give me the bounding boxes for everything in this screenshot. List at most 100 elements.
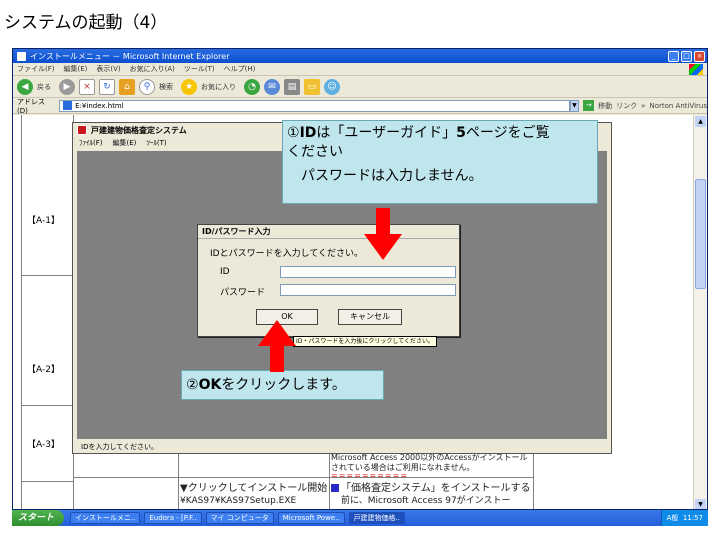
row-label-a3: 【A-3】 [27,440,60,450]
ime-indicator[interactable]: A般 [667,514,679,522]
row-label-a2: 【A-2】 [27,365,60,375]
grid-line [21,481,73,482]
clock: 11:57 [682,514,703,522]
grid-line [533,450,534,509]
app-menu-tools[interactable]: ﾂｰﾙ(T) [146,138,166,148]
forward-icon[interactable]: ▶ [59,78,75,95]
slide-title: システムの起動（4） [4,13,168,33]
close-button[interactable]: × [694,50,705,62]
info-line-1: 「価格査定システム」をインストールする [341,483,531,494]
print-icon[interactable]: ▤ [284,78,300,95]
start-button[interactable]: スタート [12,510,65,526]
ie-window-title: インストールメニュー － Microsoft Internet Explorer [30,51,230,61]
page-icon [63,101,73,110]
grid-line [21,115,22,509]
search-label[interactable]: 検索 [159,82,173,92]
scroll-down-icon[interactable]: ▼ [695,499,706,509]
callout-2-number: ② [186,377,199,393]
task-item-active[interactable]: 戸建建物価格.. [348,512,406,524]
menu-file[interactable]: ファイル(F) [17,64,55,74]
back-icon[interactable]: ◀ [17,78,33,95]
messenger-icon[interactable]: ☺ [324,78,340,95]
favorites-label[interactable]: お気に入り [201,82,236,92]
address-input[interactable]: E:¥index.html [59,99,570,112]
go-arrow-icon[interactable]: → [583,100,595,111]
password-label: パスワード [220,288,266,298]
windows-flag-icon [689,63,703,75]
id-label: ID [220,267,230,277]
home-icon[interactable]: ⌂ [119,78,135,95]
vertical-scrollbar[interactable]: ▲ ▼ [693,115,707,509]
menu-edit[interactable]: 編集(E) [64,64,88,74]
app-menu-edit[interactable]: 編集(E) [113,138,137,148]
scroll-up-icon[interactable]: ▲ [695,116,706,127]
ie-menubar: ファイル(F) 編集(E) 表示(V) お気に入り(A) ツール(T) ヘルプ(… [13,63,707,76]
mail-icon[interactable]: ✉ [264,78,280,95]
info-line-2: 前に、Microsoft Access 97がインストー [341,496,511,506]
callout-1-number: ① [287,125,300,141]
row-label-a1: 【A-1】 [27,216,60,226]
search-icon[interactable]: ⚲ [139,78,155,95]
app-menu-file[interactable]: ﾌｧｲﾙ(F) [79,138,103,148]
ie-titlebar: インストールメニュー － Microsoft Internet Explorer… [13,49,707,63]
callout-1-text-4: パスワードは入力しません。 [301,168,483,184]
password-input[interactable] [280,284,456,296]
app-title: 戸建建物価格査定システム [91,125,187,135]
taskbar: スタート インストールメニ.. Eudora - [P.F.. マイ コンピュー… [12,510,708,526]
install-path: ¥KAS97¥KAS97Setup.EXE [180,496,297,506]
callout-1-text-3: ください [287,144,343,160]
dialog-title: ID/パスワード入力 [198,225,459,239]
up-arrow-icon [258,320,296,372]
down-arrow-icon [364,208,402,260]
login-dialog: ID/パスワード入力 IDとパスワードを入力してください。 ID パスワード O… [197,224,460,337]
scroll-thumb[interactable] [695,179,706,289]
callout-1-bold-page: 5 [456,125,466,141]
ie-logo-icon [17,51,26,61]
menu-view[interactable]: 表示(V) [96,64,120,74]
ie-toolbar: ◀ 戻る ▶ × ↻ ⌂ ⚲ 検索 ★ お気に入り ◔ ✉ ▤ ▭ ☺ [13,76,707,98]
stop-icon[interactable]: × [79,78,95,95]
cancel-button[interactable]: キャンセル [338,309,402,325]
address-dropdown-icon[interactable]: ▼ [569,99,580,112]
task-item[interactable]: インストールメニ.. [70,512,141,524]
install-link[interactable]: ▼クリックしてインストール開始 [180,484,327,494]
grid-line [73,477,533,478]
task-item[interactable]: Microsoft Powe.. [277,512,345,524]
grid-line [178,450,179,509]
callout-1-bold-id: ID [299,125,317,141]
links-label[interactable]: リンク [616,101,637,111]
menu-favorites[interactable]: お気に入り(A) [130,64,175,74]
callout-2-bold-ok: OK [198,377,222,393]
refresh-icon[interactable]: ↻ [99,78,115,95]
folder-icon[interactable]: ▭ [304,78,320,95]
favorites-star-icon[interactable]: ★ [181,78,197,95]
id-input[interactable] [280,266,456,278]
maximize-button[interactable]: □ [681,50,692,62]
menu-help[interactable]: ヘルプ(H) [224,64,256,74]
access-note-1: Microsoft Access 2000以外のAccessがインストール [331,453,528,462]
norton-label[interactable]: Norton AntiVirus [649,102,707,110]
access-note-eq: ========== [331,471,409,480]
system-tray: A般 11:57 [660,510,708,526]
grid-line [21,275,73,276]
history-icon[interactable]: ◔ [244,78,260,95]
go-label[interactable]: 移動 [598,101,612,111]
callout-2-text: をクリックします。 [221,377,346,393]
links-chevron-icon[interactable]: » [641,102,645,110]
callout-1-text-2: ページをご覧 [465,125,550,141]
callout-1-text-1: は「ユーザーガイド」 [316,125,457,141]
app-status-bar: IDを入力してください。 [81,443,159,451]
app-logo-icon [77,125,87,135]
address-value: E:¥index.html [75,101,124,110]
back-label[interactable]: 戻る [37,82,51,92]
address-label: アドレス(D) [17,97,45,115]
callout-id-instruction: ①IDは「ユーザーガイド」5ページをご覧 ください パスワードは入力しません。 [282,120,598,204]
dialog-prompt: IDとパスワードを入力してください。 [210,249,364,259]
menu-tools[interactable]: ツール(T) [184,64,215,74]
grid-line [21,405,73,406]
task-item[interactable]: マイ コンピュータ [205,512,274,524]
task-item[interactable]: Eudora - [P.F.. [144,512,202,524]
bullet-icon [331,484,339,492]
callout-ok-instruction: ②OKをクリックします。 [181,370,384,400]
minimize-button[interactable]: _ [668,50,679,62]
